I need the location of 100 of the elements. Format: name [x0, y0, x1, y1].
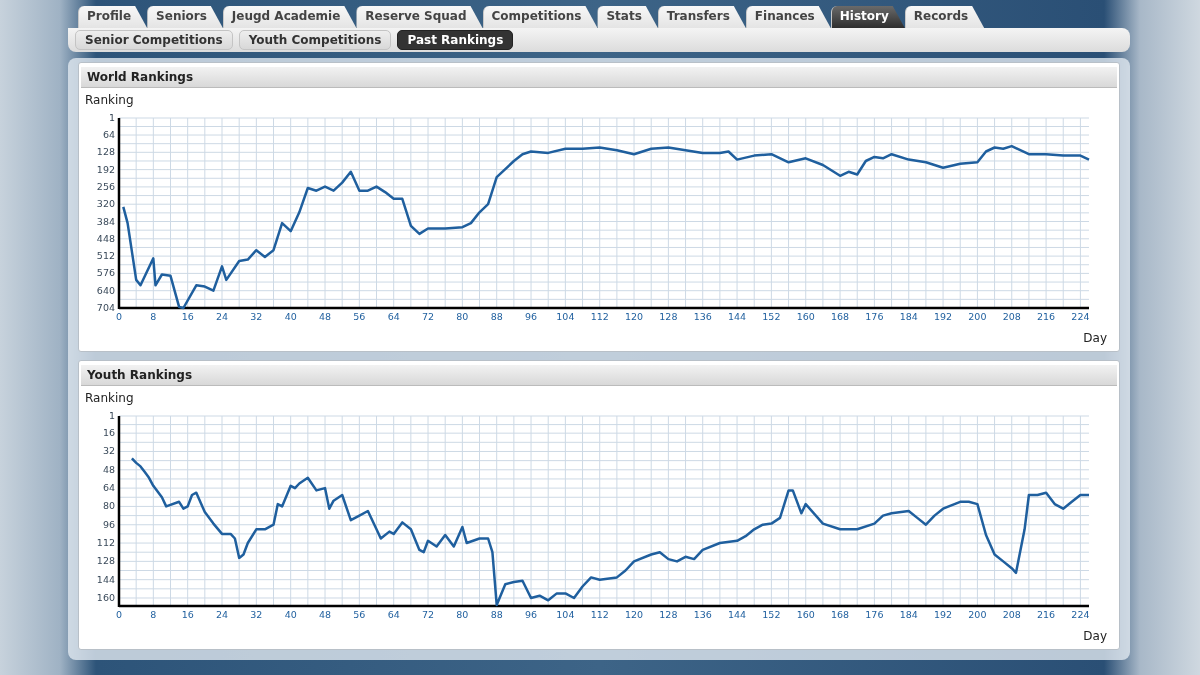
x-tick-label: 80 [456, 311, 469, 322]
x-tick-label: 16 [181, 609, 194, 620]
y-tick-label: 512 [96, 250, 115, 262]
x-tick-label: 16 [181, 311, 194, 322]
x-tick-label: 176 [865, 311, 884, 322]
y-tick-label: 32 [102, 445, 115, 457]
x-tick-label: 104 [556, 311, 575, 322]
x-tick-label: 40 [284, 609, 297, 620]
x-tick-label: 56 [353, 609, 366, 620]
y-axis-label: Ranking [85, 93, 134, 107]
x-tick-label: 32 [250, 311, 263, 322]
y-tick-label: 64 [102, 129, 115, 141]
x-tick-label: 144 [728, 311, 747, 322]
x-tick-label: 152 [762, 609, 781, 620]
x-tick-label: 0 [116, 311, 122, 322]
x-tick-label: 208 [1002, 609, 1021, 620]
x-tick-label: 48 [318, 609, 332, 620]
y-tick-label: 192 [96, 163, 115, 175]
x-tick-label: 56 [353, 311, 366, 322]
x-axis-label: Day [1083, 629, 1107, 643]
y-tick-label: 112 [96, 537, 115, 549]
subtab[interactable]: Senior Competitions [75, 30, 233, 50]
tab[interactable]: Stats [597, 6, 658, 28]
x-axis-label: Day [1083, 331, 1107, 345]
y-tick-label: 448 [96, 232, 115, 244]
y-tick-label: 384 [96, 215, 115, 227]
x-tick-label: 88 [490, 311, 503, 322]
x-tick-label: 224 [1071, 609, 1090, 620]
x-tick-label: 216 [1037, 311, 1056, 322]
x-tick-label: 8 [150, 609, 157, 620]
tab[interactable]: Records [904, 6, 985, 28]
y-tick-label: 704 [96, 302, 115, 313]
y-tick-label: 48 [102, 463, 115, 475]
tab[interactable]: Transfers [657, 6, 746, 28]
y-tick-label: 320 [96, 198, 115, 210]
x-tick-label: 176 [865, 609, 884, 620]
y-tick-label: 16 [102, 427, 115, 439]
x-tick-label: 120 [624, 609, 644, 620]
x-tick-label: 208 [1002, 311, 1021, 322]
x-tick-label: 128 [659, 311, 678, 322]
x-tick-label: 112 [590, 609, 609, 620]
y-tick-label: 160 [96, 592, 115, 603]
tab[interactable]: Competitions [482, 6, 598, 28]
y-tick-label: 640 [96, 284, 115, 296]
x-tick-label: 96 [525, 311, 538, 322]
y-tick-label: 96 [102, 518, 115, 530]
x-tick-label: 96 [525, 609, 538, 620]
tab[interactable]: Seniors [147, 6, 223, 28]
x-tick-label: 120 [624, 311, 644, 322]
x-tick-label: 184 [899, 311, 918, 322]
subtab[interactable]: Youth Competitions [238, 30, 392, 50]
x-tick-label: 160 [796, 311, 815, 322]
y-tick-label: 128 [96, 146, 115, 158]
x-tick-label: 112 [590, 311, 609, 322]
y-tick-label: 80 [102, 500, 115, 512]
x-tick-label: 32 [250, 609, 263, 620]
y-tick-label: 576 [96, 267, 115, 279]
y-tick-label: 256 [96, 180, 115, 192]
x-tick-label: 160 [796, 609, 815, 620]
x-tick-label: 72 [422, 311, 435, 322]
x-tick-label: 64 [387, 311, 400, 322]
x-tick-label: 104 [556, 609, 575, 620]
x-tick-label: 24 [215, 311, 229, 322]
x-tick-label: 0 [116, 609, 122, 620]
x-tick-label: 192 [934, 311, 953, 322]
x-tick-label: 80 [456, 609, 469, 620]
subtab[interactable]: Past Rankings [397, 30, 514, 50]
x-tick-label: 48 [318, 311, 332, 322]
y-tick-label: 128 [96, 555, 115, 567]
tab[interactable]: Finances [745, 6, 831, 28]
x-tick-label: 72 [422, 609, 435, 620]
y-axis-label: Ranking [85, 391, 134, 405]
x-tick-label: 136 [693, 609, 712, 620]
x-tick-label: 8 [150, 311, 157, 322]
x-tick-label: 144 [728, 609, 747, 620]
x-tick-label: 192 [934, 609, 953, 620]
y-tick-label: 1 [108, 112, 115, 123]
x-tick-label: 136 [693, 311, 712, 322]
panel-title: Youth Rankings [81, 365, 1117, 386]
y-tick-label: 1 [108, 410, 115, 421]
x-tick-label: 200 [968, 311, 987, 322]
x-tick-label: 184 [899, 609, 918, 620]
x-tick-label: 128 [659, 609, 678, 620]
x-tick-label: 200 [968, 609, 987, 620]
x-tick-label: 88 [490, 609, 503, 620]
x-tick-label: 152 [762, 311, 781, 322]
x-tick-label: 224 [1071, 311, 1090, 322]
x-tick-label: 216 [1037, 609, 1056, 620]
x-tick-label: 168 [831, 311, 850, 322]
x-tick-label: 168 [831, 609, 850, 620]
tab[interactable]: Jeugd Academie [222, 6, 357, 28]
x-tick-label: 40 [284, 311, 297, 322]
x-tick-label: 64 [387, 609, 400, 620]
tab[interactable]: Reserve Squad [356, 6, 483, 28]
panel-title: World Rankings [81, 67, 1117, 88]
y-tick-label: 64 [102, 482, 115, 494]
tab[interactable]: Profile [78, 6, 148, 28]
y-tick-label: 144 [96, 573, 115, 585]
tab[interactable]: History [830, 6, 905, 28]
x-tick-label: 24 [215, 609, 229, 620]
